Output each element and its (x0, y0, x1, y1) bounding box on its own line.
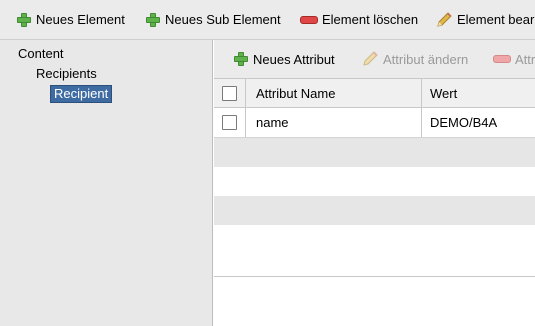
new-sub-element-button[interactable]: Neues Sub Element (145, 11, 281, 29)
column-header-value[interactable]: Wert (422, 79, 535, 107)
delete-attribute-button[interactable]: Attri (493, 50, 535, 68)
tree-node-recipient[interactable]: Recipient (50, 85, 113, 103)
row-checkbox-cell (214, 108, 246, 137)
edit-attribute-button[interactable]: Attribut ändern (361, 50, 468, 68)
pencil-icon (435, 11, 453, 29)
delete-attribute-label: Attri (515, 51, 535, 67)
tree-node-content[interactable]: Content (18, 46, 64, 62)
empty-row (214, 138, 535, 167)
attribute-value-cell[interactable]: DEMO/B4A (422, 108, 535, 137)
main-toolbar: Neues Element Neues Sub Element Element … (0, 0, 535, 40)
attribute-toolbar: Neues Attribut Attribut ändern Attri (214, 40, 535, 78)
column-header-attribute-name[interactable]: Attribut Name (246, 79, 422, 107)
empty-row (214, 196, 535, 225)
minus-icon (493, 55, 511, 63)
table-header: Attribut Name Wert (214, 78, 535, 108)
row-checkbox[interactable] (222, 115, 237, 130)
new-attribute-label: Neues Attribut (253, 51, 335, 67)
grid-divider (214, 276, 535, 277)
empty-row (214, 225, 535, 254)
edit-element-label: Element bear (457, 12, 535, 27)
select-all-checkbox[interactable] (222, 85, 237, 101)
attribute-name-cell[interactable]: name (246, 108, 422, 137)
new-sub-element-label: Neues Sub Element (165, 12, 281, 27)
delete-element-label: Element löschen (322, 12, 419, 27)
attribute-panel: Neues Attribut Attribut ändern Attri Att… (214, 40, 535, 326)
plus-icon (145, 12, 161, 28)
minus-icon (300, 16, 318, 24)
header-checkbox-cell (214, 79, 246, 107)
new-attribute-button[interactable]: Neues Attribut (233, 50, 335, 68)
tree-node-recipients[interactable]: Recipients (36, 66, 97, 82)
new-element-label: Neues Element (36, 12, 125, 27)
edit-element-button[interactable]: Element bear (435, 11, 534, 29)
table-row[interactable]: name DEMO/B4A (214, 108, 535, 138)
delete-element-button[interactable]: Element löschen (300, 11, 418, 29)
plus-icon (233, 51, 249, 67)
plus-icon (16, 12, 32, 28)
pencil-icon (361, 50, 379, 68)
edit-attribute-label: Attribut ändern (383, 51, 469, 67)
new-element-button[interactable]: Neues Element (16, 11, 125, 29)
element-tree: Content Recipients Recipient (0, 40, 213, 326)
empty-row (214, 167, 535, 196)
